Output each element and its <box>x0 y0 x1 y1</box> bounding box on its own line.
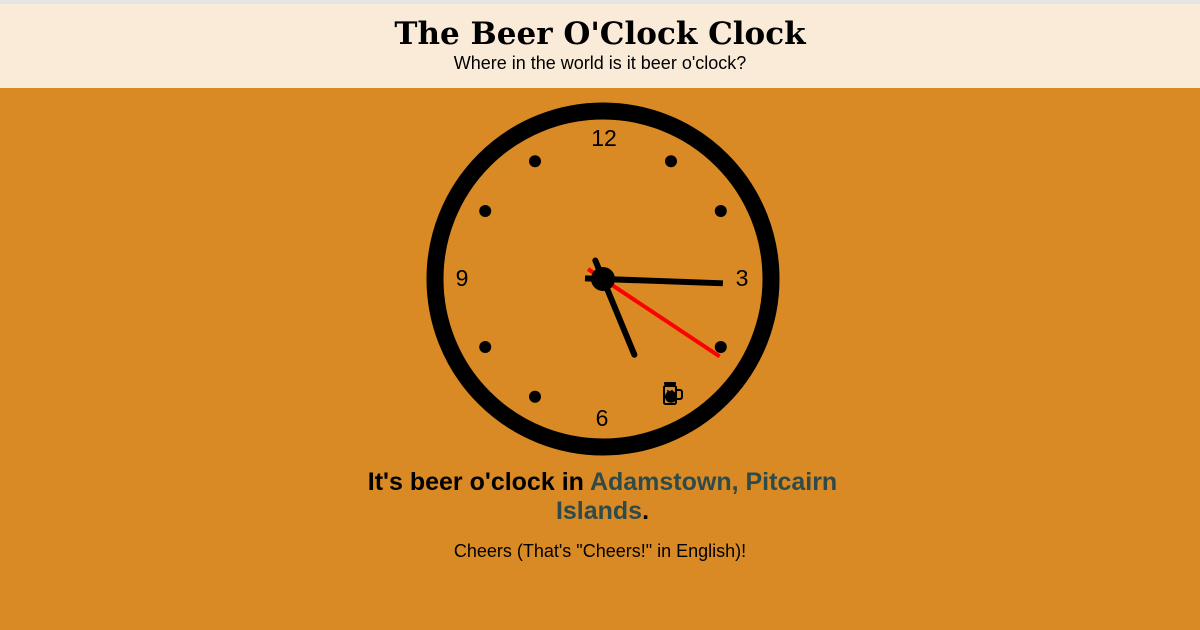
hour-marker-dot <box>479 205 492 217</box>
message-suffix: . <box>642 497 650 525</box>
beer-oclock-message: It's beer o'clock in Adamstown, Pitcairn… <box>330 468 875 526</box>
numeral-12: 12 <box>591 125 617 151</box>
clock-center-cap <box>591 267 615 291</box>
location-link[interactable]: Adamstown, Pitcairn Islands <box>556 468 837 525</box>
numeral-3: 3 <box>736 265 749 291</box>
site-header: The Beer O'Clock Clock Where in the worl… <box>0 4 1200 88</box>
hour-marker-dot <box>529 390 541 403</box>
numeral-6: 6 <box>596 405 609 431</box>
numeral-9: 9 <box>456 265 469 291</box>
hour-marker-dot <box>665 155 677 168</box>
hour-marker-dot <box>714 341 727 353</box>
page-title: The Beer O'Clock Clock <box>394 16 806 52</box>
hour-marker-dot <box>529 155 541 168</box>
cheers-text: Cheers (That's "Cheers!" in English)! <box>453 541 747 561</box>
analog-clock: 12 3 6 9 <box>424 100 782 458</box>
message-prefix: It's beer o'clock in <box>367 468 590 496</box>
page-subtitle: Where in the world is it beer o'clock? <box>453 53 747 73</box>
clock-face: 12 3 6 9 <box>426 102 780 456</box>
hour-marker-dot <box>714 205 727 217</box>
hour-marker-dot <box>479 341 492 353</box>
